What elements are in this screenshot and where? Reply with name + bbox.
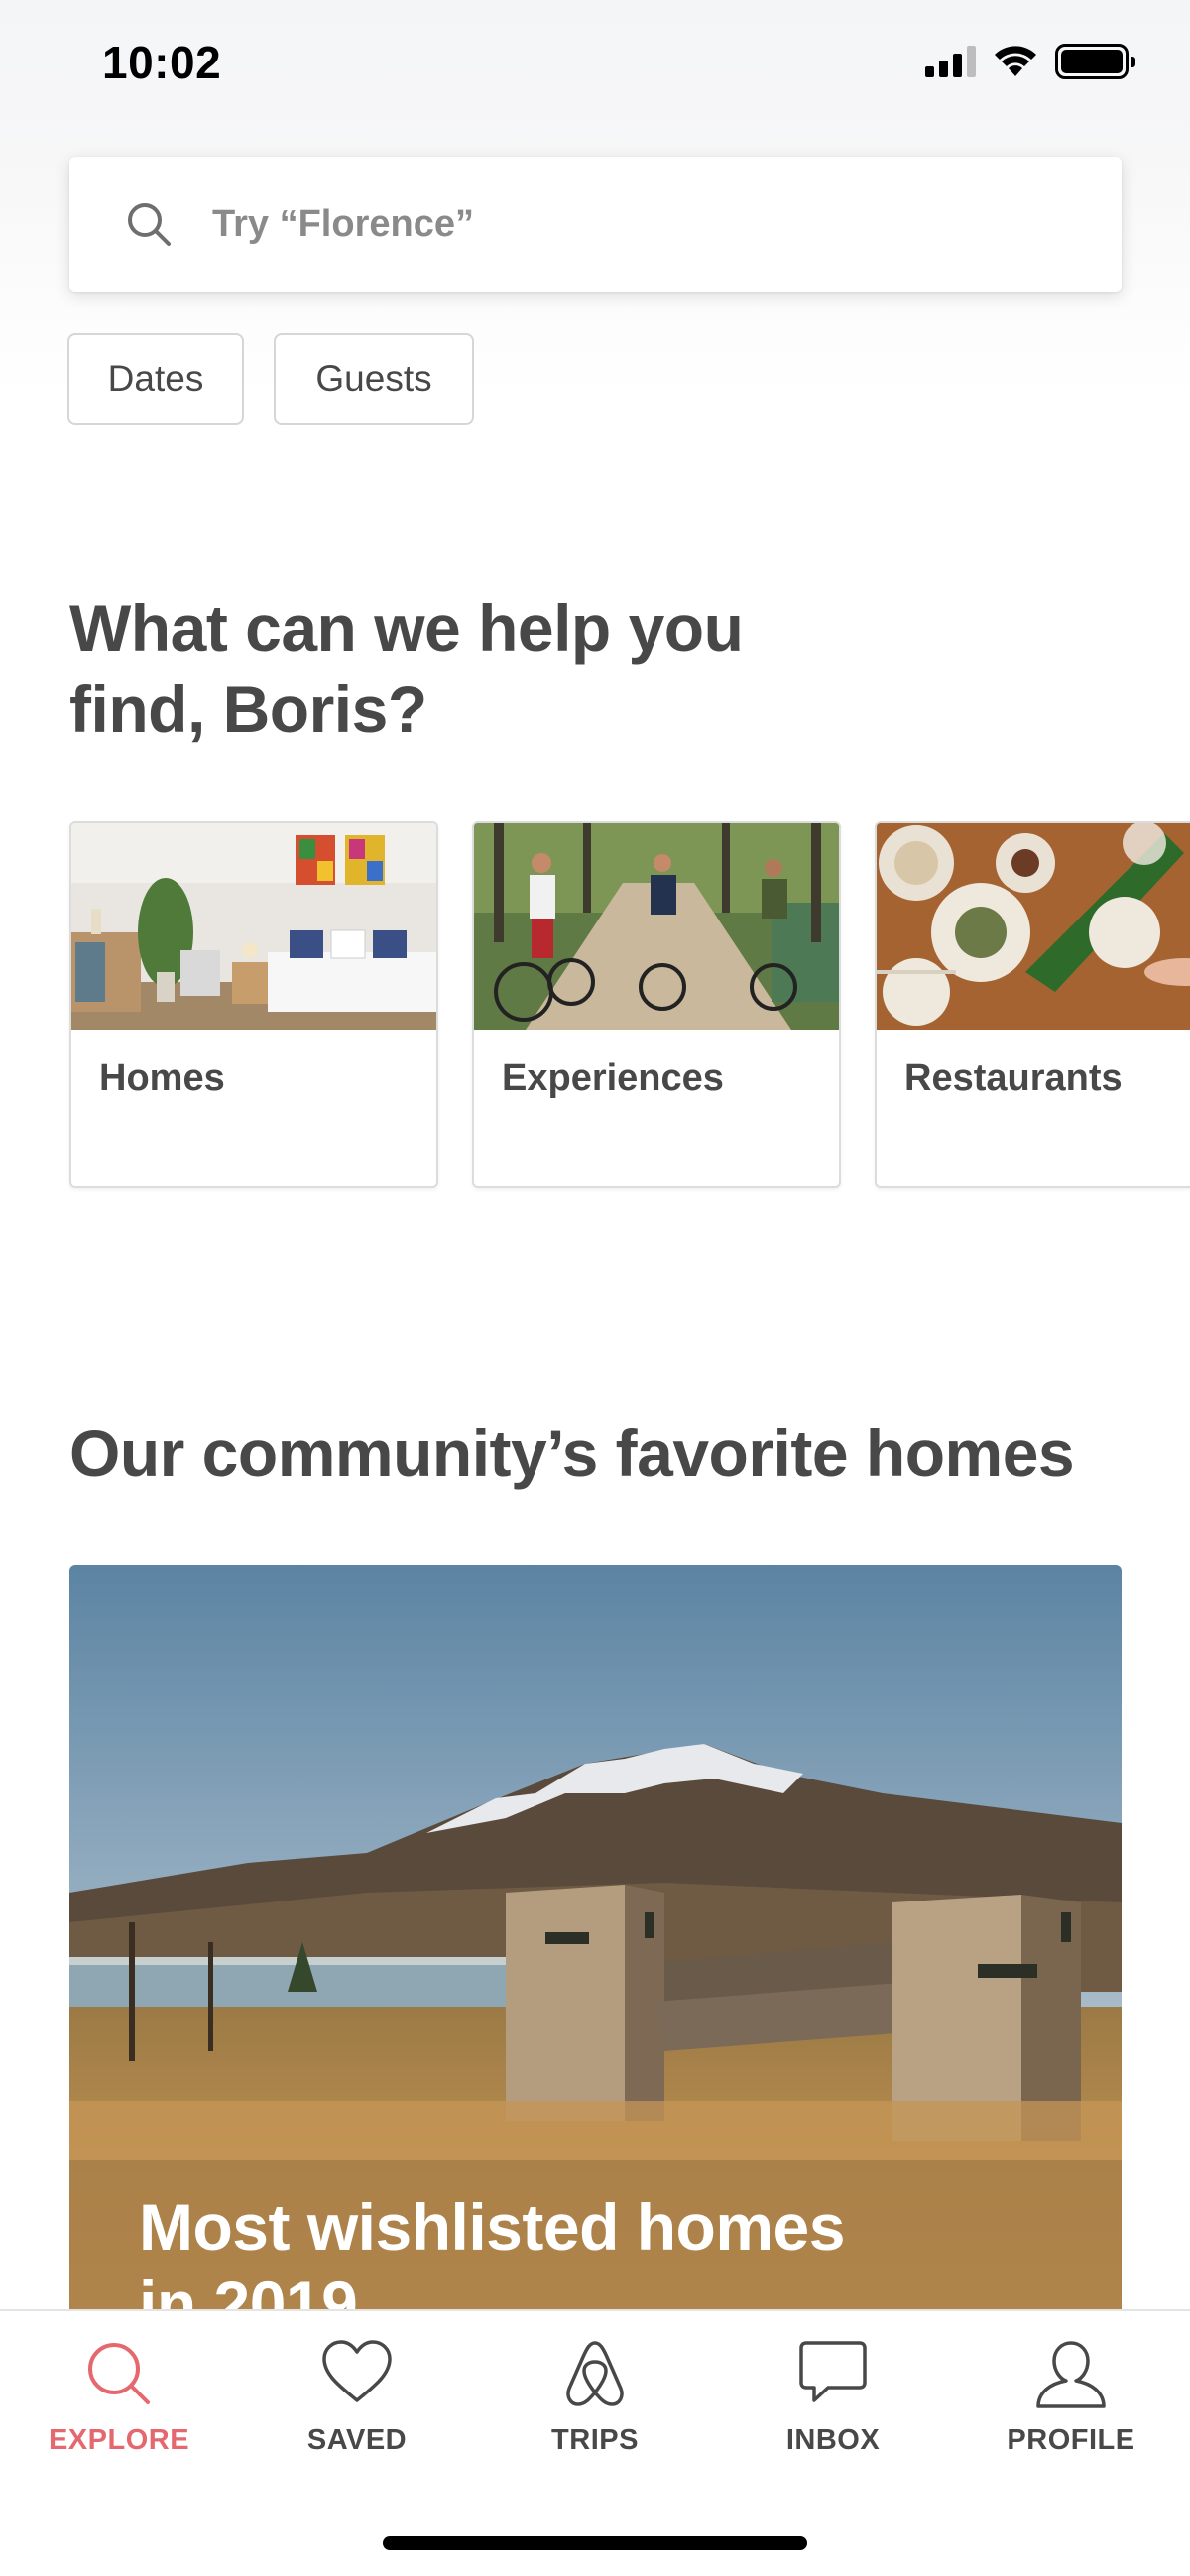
category-card-experiences[interactable]: Experiences — [472, 821, 841, 1188]
category-label-homes: Homes — [99, 1057, 225, 1099]
community-heading: Our community’s favorite homes — [69, 1416, 1075, 1490]
airbnb-logo-icon — [566, 2341, 624, 2406]
tab-trips-label: TRIPS — [551, 2424, 639, 2456]
user-icon — [1036, 2341, 1106, 2408]
category-card-homes[interactable]: Homes — [69, 821, 438, 1188]
wishlisted-homes-banner[interactable]: Most wishlisted homes in 2019 — [69, 1565, 1122, 2319]
tab-trips[interactable]: TRIPS — [476, 2311, 714, 2460]
tab-saved-label: SAVED — [306, 2424, 408, 2456]
tab-inbox-label: INBOX — [785, 2424, 881, 2456]
home-indicator[interactable] — [383, 2536, 807, 2550]
help-heading-line2: find, Boris? — [69, 673, 427, 746]
status-icons — [925, 44, 1135, 79]
cellular-signal-icon — [925, 46, 976, 77]
tab-explore-label: EXPLORE — [48, 2424, 190, 2456]
category-label-restaurants: Restaurants — [904, 1057, 1123, 1099]
search-icon — [128, 203, 171, 246]
category-card-restaurants[interactable]: Restaurants — [875, 821, 1190, 1188]
help-heading: What can we help you find, Boris? — [69, 587, 744, 750]
tab-saved[interactable]: SAVED — [238, 2311, 476, 2460]
heart-icon — [322, 2340, 392, 2402]
dates-filter-button[interactable]: Dates — [67, 333, 244, 425]
status-time: 10:02 — [102, 37, 222, 88]
tab-explore[interactable]: EXPLORE — [0, 2311, 238, 2460]
wifi-icon — [995, 46, 1036, 76]
search-bar[interactable]: Try “Florence” — [69, 157, 1122, 292]
experiences-image — [474, 823, 839, 1030]
hero-title: Most wishlisted homes in 2019 — [139, 2188, 845, 2319]
category-label-experiences: Experiences — [502, 1057, 724, 1099]
message-icon — [799, 2341, 867, 2402]
tab-profile-label: PROFILE — [1007, 2424, 1135, 2456]
search-placeholder: Try “Florence” — [212, 202, 474, 245]
homes-image — [71, 823, 436, 1030]
help-heading-line1: What can we help you — [69, 591, 744, 665]
explore-screen: 10:02 Try “Florence” Dates Guests What c… — [0, 0, 1190, 2576]
tab-profile[interactable]: PROFILE — [952, 2311, 1190, 2460]
battery-icon — [1055, 44, 1135, 79]
tab-inbox[interactable]: INBOX — [714, 2311, 952, 2460]
search-icon — [88, 2343, 150, 2404]
hero-title-line1: Most wishlisted homes — [139, 2190, 845, 2264]
guests-filter-button[interactable]: Guests — [274, 333, 474, 425]
restaurants-image — [877, 823, 1190, 1030]
